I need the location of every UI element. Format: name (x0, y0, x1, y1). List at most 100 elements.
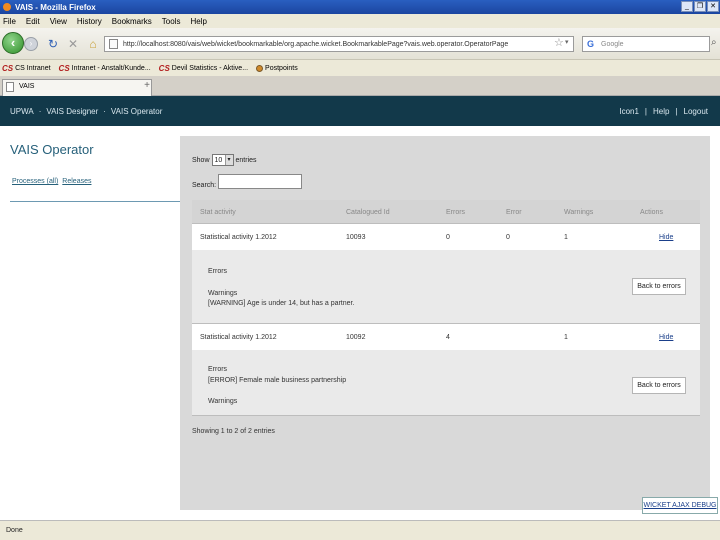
detail-warnings-label: Warnings (208, 398, 238, 405)
entries-select[interactable]: 10 ▾ (211, 154, 234, 166)
page-icon (6, 82, 14, 92)
sidebar-divider (10, 201, 182, 202)
minimize-button[interactable]: _ (681, 1, 693, 12)
table-length-control: Show 10 ▾ entries (192, 154, 257, 166)
forward-button[interactable]: › (24, 37, 38, 51)
menu-history[interactable]: History (77, 17, 102, 26)
cell-activity: Statistical activity 1.2012 (200, 234, 277, 241)
back-to-errors-button[interactable]: Back to errors (632, 278, 686, 295)
firefox-bookmark-icon (256, 64, 264, 72)
search-icon[interactable]: ⌕ (711, 37, 717, 48)
app-user-nav: Icon1 | Help | Logout (619, 107, 708, 116)
menu-view[interactable]: View (50, 17, 67, 26)
status-bar: Done (0, 520, 720, 540)
menu-bar: File Edit View History Bookmarks Tools H… (0, 14, 720, 28)
nav-separator: | (675, 107, 678, 116)
back-to-errors-button[interactable]: Back to errors (632, 377, 686, 394)
bookmark-label: Postpoints (265, 64, 298, 72)
url-text: http://localhost:8080/vais/web/wicket/bo… (123, 40, 509, 48)
back-button[interactable]: ‹ (2, 32, 24, 54)
bookmark-star-icon[interactable]: ☆ (554, 36, 564, 49)
nav-separator: | (644, 107, 647, 116)
reload-icon[interactable]: ↻ (46, 37, 60, 51)
column-header-actions[interactable]: Actions (640, 209, 663, 216)
nav-link-logout[interactable]: Logout (684, 107, 708, 116)
sidebar-link-releases[interactable]: Releases (62, 178, 91, 185)
main-content: VAIS Operator Processes (all) Releases S… (0, 126, 720, 520)
stop-icon[interactable]: ✕ (66, 37, 80, 51)
table-row: Statistical activity 1.2012 10093 0 0 1 … (192, 224, 700, 250)
column-header-activity[interactable]: Stat activity (200, 209, 236, 216)
app-nav: UPWA · VAIS Designer · VAIS Operator (10, 107, 162, 116)
nav-link-vais-operator[interactable]: VAIS Operator (111, 107, 162, 116)
nav-link-upwa[interactable]: UPWA (10, 107, 34, 116)
window-titlebar: VAIS - Mozilla Firefox _ ❐ ✕ (0, 0, 720, 14)
window-controls: _ ❐ ✕ (681, 1, 719, 12)
nav-link-icon1[interactable]: Icon1 (619, 107, 639, 116)
hide-link[interactable]: Hide (659, 234, 673, 241)
column-header-catalogue-id[interactable]: Catalogued Id (346, 209, 390, 216)
new-tab-button[interactable]: + (140, 80, 154, 93)
cell-catalogue-id: 10093 (346, 234, 366, 241)
sidebar-links: Processes (all) Releases (12, 178, 91, 185)
maximize-button[interactable]: ❐ (694, 1, 706, 12)
sidebar-link-processes[interactable]: Processes (all) (12, 178, 58, 185)
menu-edit[interactable]: Edit (26, 17, 40, 26)
detail-warnings-label: Warnings (208, 290, 238, 297)
detail-errors-label: Errors (208, 366, 228, 373)
search-input[interactable] (218, 174, 303, 189)
menu-tools[interactable]: Tools (162, 17, 181, 26)
hide-link[interactable]: Hide (659, 334, 673, 341)
menu-file[interactable]: File (3, 17, 16, 26)
google-icon: G (587, 39, 595, 49)
page-title: VAIS Operator (10, 142, 94, 157)
nav-link-vais-designer[interactable]: VAIS Designer (46, 107, 98, 116)
close-button[interactable]: ✕ (707, 1, 719, 12)
cs-icon: CS (2, 63, 14, 73)
cell-activity: Statistical activity 1.2012 (200, 334, 277, 341)
nav-link-help[interactable]: Help (653, 107, 669, 116)
cell-errors: 4 (446, 334, 450, 341)
table-row: Statistical activity 1.2012 10092 4 1 Hi… (192, 324, 700, 350)
cs-icon: CS (158, 63, 170, 73)
status-text: Done (6, 527, 23, 534)
bookmark-label: CS Intranet (15, 64, 51, 72)
bookmark-item[interactable]: CS Intranet - Anstalt/Kunde... (59, 64, 151, 73)
bookmark-item[interactable]: CS Devil Statistics - Aktive... (159, 64, 248, 73)
row-detail: Errors Warnings [WARNING] Age is under 1… (192, 250, 700, 324)
column-header-warnings[interactable]: Warnings (564, 209, 593, 216)
menu-help[interactable]: Help (190, 17, 206, 26)
cell-catalogue-id: 10092 (346, 334, 366, 341)
menu-bookmarks[interactable]: Bookmarks (112, 17, 152, 26)
search-placeholder: Google (601, 40, 624, 48)
url-bar[interactable]: http://localhost:8080/vais/web/wicket/bo… (104, 36, 574, 52)
search-bar[interactable]: G Google (582, 36, 710, 52)
bookmarks-bar: CS CS Intranet CS Intranet - Anstalt/Kun… (0, 60, 720, 76)
tab-vais[interactable]: VAIS (2, 79, 152, 96)
wicket-ajax-debug-button[interactable]: WICKET AJAX DEBUG (642, 497, 718, 514)
bookmark-label: Intranet - Anstalt/Kunde... (71, 64, 151, 72)
chevron-down-icon: ▾ (224, 155, 233, 165)
column-header-error[interactable]: Error (506, 209, 522, 216)
dropdown-arrow-icon[interactable]: ▾ (565, 38, 569, 46)
page-icon (109, 39, 118, 49)
cell-warnings: 1 (564, 234, 568, 241)
bookmark-item[interactable]: CS CS Intranet (2, 64, 51, 73)
bookmark-item[interactable]: Postpoints (256, 64, 298, 72)
tab-bar: VAIS + (0, 76, 720, 96)
firefox-icon (3, 3, 11, 11)
table-header: Stat activity Catalogued Id Errors Error… (192, 200, 700, 224)
show-label: Show (192, 156, 210, 164)
app-header: UPWA · VAIS Designer · VAIS Operator Ico… (0, 96, 720, 126)
column-header-errors[interactable]: Errors (446, 209, 465, 216)
cell-errors: 0 (446, 234, 450, 241)
bookmark-label: Devil Statistics - Aktive... (171, 64, 249, 72)
window-title: VAIS - Mozilla Firefox (15, 2, 96, 12)
entries-select-value: 10 (214, 156, 223, 164)
cell-error: 0 (506, 234, 510, 241)
search-label: Search: (192, 182, 217, 189)
detail-errors-text: [ERROR] Female male business partnership (208, 377, 347, 384)
nav-separator: · (103, 107, 106, 116)
results-table: Stat activity Catalogued Id Errors Error… (192, 200, 700, 416)
home-icon[interactable]: ⌂ (86, 37, 100, 51)
